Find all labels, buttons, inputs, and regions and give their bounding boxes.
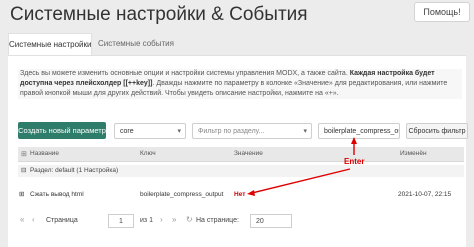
per-page-label: На странице: <box>196 217 239 224</box>
annotation-label: Enter <box>344 157 365 166</box>
clear-filter-button[interactable]: Сбросить фильтр <box>406 123 468 139</box>
group-label: Раздел: default (1 Настройка) <box>30 167 119 174</box>
per-page-input[interactable]: 20 <box>250 214 292 228</box>
setting-modified: 2021-10-07, 22:15 <box>398 191 452 198</box>
column-name[interactable]: Название <box>30 150 59 157</box>
table-header: ⊞ Название Ключ Значение Изменён <box>18 147 464 162</box>
pager: « ‹ Страница 1 из 1 › » ↻ На странице: 2… <box>18 212 468 230</box>
column-modified[interactable]: Изменён <box>400 150 427 157</box>
first-page-icon[interactable]: « <box>20 215 24 224</box>
description-text: Здесь вы можете изменить основные опции … <box>18 69 462 99</box>
tab-system-events[interactable]: Системные события <box>98 33 174 55</box>
create-setting-button[interactable]: Создать новый параметр <box>18 122 106 139</box>
table-row[interactable]: ⊞ Сжать вывод html boilerplate_compress_… <box>18 189 464 201</box>
column-key[interactable]: Ключ <box>140 150 156 157</box>
next-page-icon[interactable]: › <box>160 215 163 224</box>
namespace-filter[interactable]: core ▾ <box>114 123 186 139</box>
chevron-down-icon: ▾ <box>303 128 307 135</box>
setting-key: boilerplate_compress_output <box>140 191 224 198</box>
tab-system-settings[interactable]: Системные настройки <box>8 33 92 56</box>
key-search-input[interactable]: boilerplate_compress_outp <box>318 123 400 139</box>
page-count: из 1 <box>140 217 153 224</box>
collapse-icon[interactable]: ⊟ <box>21 165 26 177</box>
namespace-value: core <box>120 128 134 135</box>
page-title: Системные настройки & События <box>10 4 308 25</box>
page-input[interactable]: 1 <box>108 214 134 228</box>
expand-all-icon[interactable]: ⊞ <box>21 150 27 158</box>
help-button[interactable]: Помощь! <box>414 2 470 22</box>
setting-name: Сжать вывод html <box>30 191 84 198</box>
prev-page-icon[interactable]: ‹ <box>32 215 35 224</box>
area-filter[interactable]: Фильтр по разделу... ▾ <box>192 123 312 139</box>
area-placeholder: Фильтр по разделу... <box>198 128 265 135</box>
last-page-icon[interactable]: » <box>172 215 176 224</box>
column-value[interactable]: Значение <box>234 150 263 157</box>
page-label: Страница <box>46 217 78 224</box>
expand-row-icon[interactable]: ⊞ <box>19 189 24 201</box>
refresh-icon[interactable]: ↻ <box>186 215 193 224</box>
setting-value[interactable]: Нет <box>234 189 245 201</box>
group-row[interactable]: ⊟ Раздел: default (1 Настройка) <box>18 165 464 177</box>
chevron-down-icon: ▾ <box>177 128 181 135</box>
